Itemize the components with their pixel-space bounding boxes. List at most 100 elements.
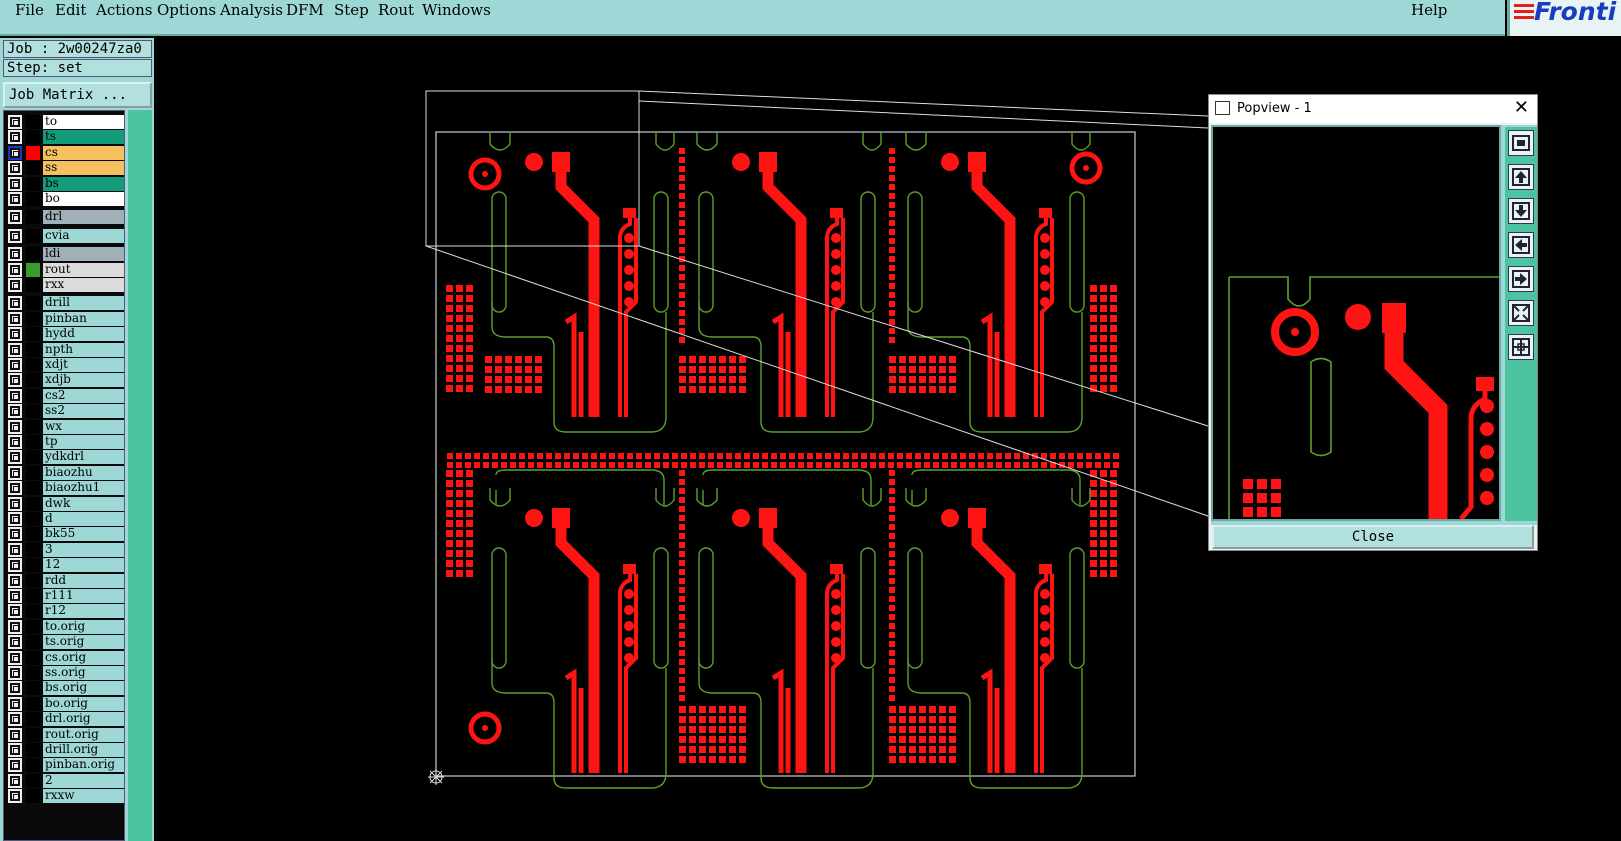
layer-color-swatch[interactable] [26, 192, 40, 206]
layer-name[interactable]: rdd [43, 573, 124, 588]
layer-row-cs2[interactable]: cs2 [6, 388, 124, 403]
layer-color-swatch[interactable] [26, 712, 40, 727]
layer-row-bs-orig[interactable]: bs.orig [6, 681, 124, 696]
layer-row-ss2[interactable]: ss2 [6, 404, 124, 419]
pan-right-icon[interactable] [1508, 266, 1534, 292]
zoom-fit-icon[interactable] [1508, 130, 1534, 156]
layer-row-npth[interactable]: npth [6, 342, 124, 357]
layer-color-swatch[interactable] [26, 696, 40, 711]
menu-edit[interactable]: Edit [55, 1, 86, 19]
layer-list-scrollbar[interactable] [128, 110, 152, 841]
layer-color-swatch[interactable] [26, 435, 40, 449]
layer-checkbox[interactable] [10, 483, 20, 494]
layer-name[interactable]: npth [43, 342, 124, 357]
menu-windows[interactable]: Windows [422, 1, 491, 19]
layer-name[interactable]: cs2 [43, 388, 124, 403]
layer-checkbox[interactable] [10, 575, 20, 586]
pan-down-icon[interactable] [1508, 198, 1534, 224]
layer-row-pinban-orig[interactable]: pinban.orig [6, 758, 124, 773]
layer-name[interactable]: cs.orig [43, 650, 124, 665]
layer-color-swatch[interactable] [26, 589, 40, 603]
layer-row-xdjt[interactable]: xdjt [6, 358, 124, 372]
layer-name[interactable]: ldi [43, 247, 124, 262]
layer-color-swatch[interactable] [26, 527, 40, 542]
layer-checkbox[interactable] [10, 298, 20, 309]
layer-checkbox[interactable] [10, 652, 20, 663]
layer-name[interactable]: 12 [43, 558, 124, 573]
layer-color-swatch[interactable] [26, 311, 40, 326]
layer-color-swatch[interactable] [26, 115, 40, 129]
layer-checkbox[interactable] [10, 437, 20, 447]
layer-row-bo-orig[interactable]: bo.orig [6, 696, 124, 711]
layer-checkbox[interactable] [10, 775, 20, 786]
layer-row-ldi[interactable]: ldi [6, 247, 124, 262]
layer-name[interactable]: drl.orig [43, 712, 124, 727]
layer-name[interactable]: biaozhu1 [43, 481, 124, 496]
layer-name[interactable]: drill.orig [43, 743, 124, 757]
layer-color-swatch[interactable] [26, 650, 40, 665]
layer-checkbox[interactable] [10, 452, 20, 463]
layer-color-swatch[interactable] [26, 130, 40, 145]
layer-name[interactable]: ss [43, 161, 124, 176]
menu-actions[interactable]: Actions [96, 1, 152, 19]
pan-up-icon[interactable] [1508, 164, 1534, 190]
menu-analysis[interactable]: Analysis [220, 1, 283, 19]
layer-name[interactable]: bo [43, 192, 124, 206]
popview-titlebar[interactable]: Popview - 1 ✕ [1209, 95, 1537, 123]
layer-checkbox[interactable] [10, 591, 20, 601]
layer-color-swatch[interactable] [26, 496, 40, 511]
zoom-out-icon[interactable] [1508, 334, 1534, 360]
layer-color-swatch[interactable] [26, 145, 40, 160]
layer-name[interactable]: xdjb [43, 373, 124, 388]
layer-checkbox[interactable] [10, 421, 20, 432]
layer-name[interactable]: ts.orig [43, 635, 124, 650]
layer-row-rxxw[interactable]: rxxw [6, 789, 124, 804]
layer-checkbox[interactable] [10, 698, 20, 709]
layer-checkbox[interactable] [10, 390, 20, 401]
layer-name[interactable]: xdjt [43, 358, 124, 372]
layer-name[interactable]: r12 [43, 604, 124, 619]
layer-row-12[interactable]: 12 [6, 558, 124, 573]
layer-color-swatch[interactable] [26, 210, 40, 225]
layer-row-rout[interactable]: rout [6, 262, 124, 277]
layer-checkbox[interactable] [10, 529, 20, 540]
layer-row-biaozhu1[interactable]: biaozhu1 [6, 481, 124, 496]
layer-checkbox[interactable] [10, 621, 20, 632]
layer-row-bs[interactable]: bs [6, 176, 124, 191]
layer-color-swatch[interactable] [26, 358, 40, 372]
layer-name[interactable]: rxxw [43, 789, 124, 804]
layer-row-ts-orig[interactable]: ts.orig [6, 635, 124, 650]
layer-row-r12[interactable]: r12 [6, 604, 124, 619]
layer-color-swatch[interactable] [26, 743, 40, 757]
layer-name[interactable]: rout [43, 262, 124, 277]
layer-checkbox[interactable] [10, 514, 20, 524]
layer-color-swatch[interactable] [26, 666, 40, 680]
layer-color-swatch[interactable] [26, 727, 40, 742]
layer-name[interactable]: ss2 [43, 404, 124, 419]
layer-checkbox[interactable] [10, 745, 20, 755]
layer-color-swatch[interactable] [26, 635, 40, 650]
layer-row-bk55[interactable]: bk55 [6, 527, 124, 542]
layer-row-pinban[interactable]: pinban [6, 311, 124, 326]
layer-row-ss-orig[interactable]: ss.orig [6, 666, 124, 680]
layer-checkbox[interactable] [10, 178, 20, 189]
popview-close-button[interactable]: Close [1212, 525, 1534, 549]
layer-checkbox[interactable] [10, 606, 20, 617]
layer-name[interactable]: drill [43, 296, 124, 311]
layer-color-swatch[interactable] [26, 465, 40, 480]
layer-row-drl-orig[interactable]: drl.orig [6, 712, 124, 727]
layer-checkbox[interactable] [10, 264, 20, 275]
layer-color-swatch[interactable] [26, 342, 40, 357]
layer-row-to[interactable]: to [6, 115, 124, 129]
layer-row-tp[interactable]: tp [6, 435, 124, 449]
layer-name[interactable]: ydkdrl [43, 450, 124, 465]
layer-color-swatch[interactable] [26, 296, 40, 311]
layer-row-cs-orig[interactable]: cs.orig [6, 650, 124, 665]
layer-color-swatch[interactable] [26, 388, 40, 403]
layer-checkbox[interactable] [10, 668, 20, 678]
layer-name[interactable]: bo.orig [43, 696, 124, 711]
layer-color-swatch[interactable] [26, 450, 40, 465]
pan-left-icon[interactable] [1508, 232, 1534, 258]
layer-row-rdd[interactable]: rdd [6, 573, 124, 588]
layer-row-cs[interactable]: cs [6, 145, 124, 160]
